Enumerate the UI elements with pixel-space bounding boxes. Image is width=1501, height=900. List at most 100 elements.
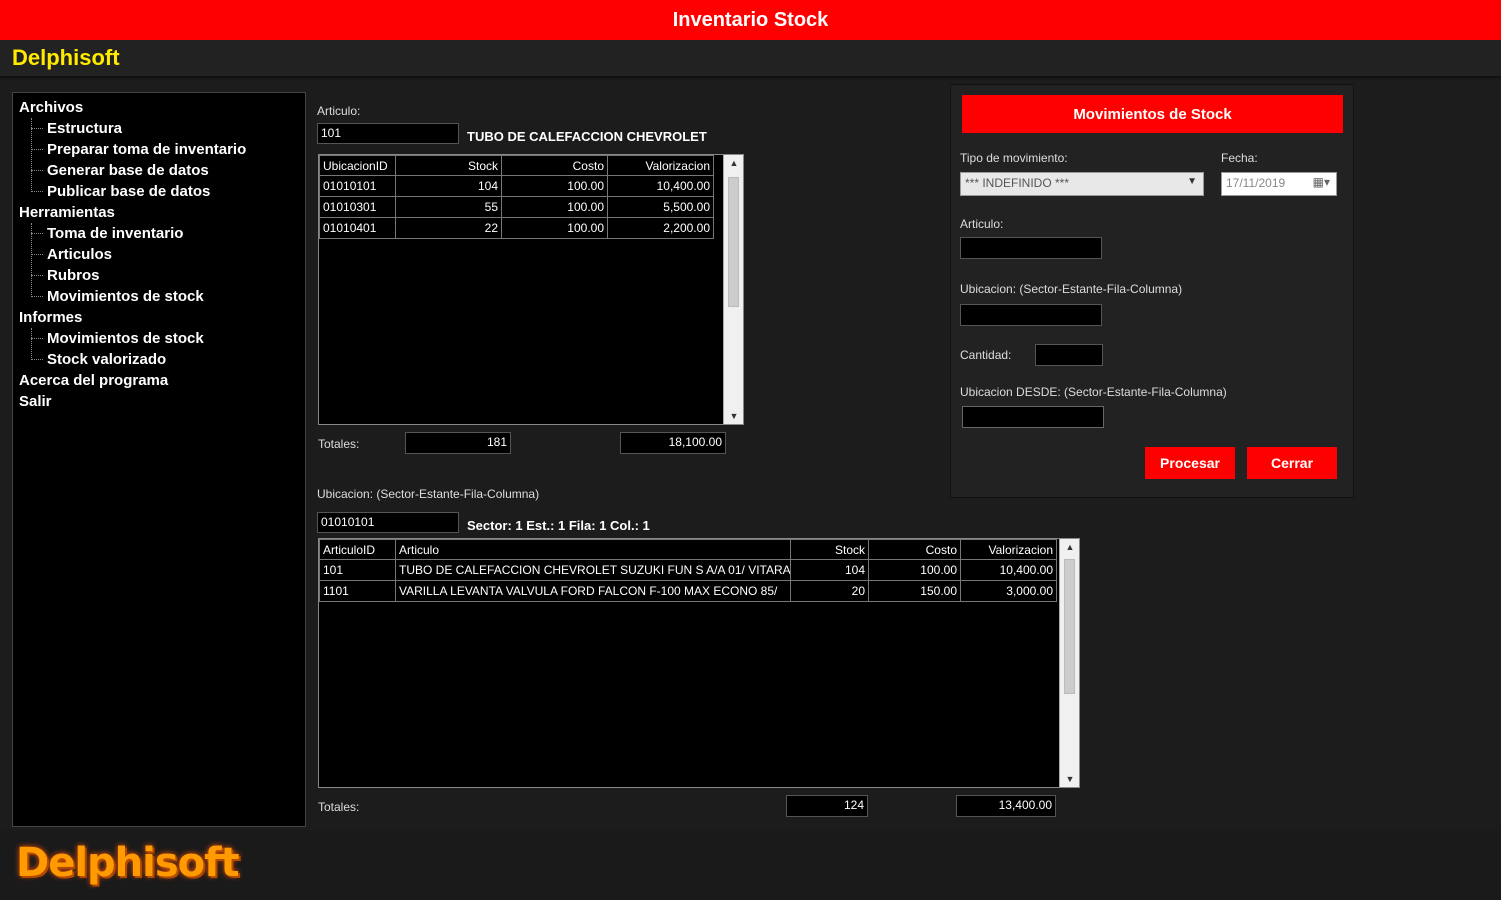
total-stock-field: 181: [405, 432, 511, 454]
ubicacion-field[interactable]: [960, 304, 1102, 326]
table-cell: 3,000.00: [960, 580, 1057, 602]
menu-item-salir[interactable]: Salir: [19, 391, 299, 412]
articulo-stock-grid[interactable]: UbicacionID Stock Costo Valorizacion 010…: [318, 154, 744, 425]
scroll-up-icon[interactable]: ▲: [724, 155, 743, 171]
scroll-up-icon[interactable]: ▲: [1060, 539, 1079, 555]
chevron-down-icon: ▼: [1187, 176, 1197, 187]
table-header-row: ArticuloID Articulo Stock Costo Valoriza…: [319, 539, 1057, 560]
column-header[interactable]: Valorizacion: [960, 539, 1057, 560]
menu-group-archivos: Archivos Estructura Preparar toma de inv…: [19, 97, 299, 202]
articulo-grid-scrollbar[interactable]: ▲ ▼: [723, 155, 743, 424]
table-header-row: UbicacionID Stock Costo Valorizacion: [319, 155, 714, 176]
menu-item-generar-base[interactable]: Generar base de datos: [19, 160, 299, 181]
ubicacion-grid-scrollbar[interactable]: ▲ ▼: [1059, 539, 1079, 787]
window-title: Inventario Stock: [672, 8, 829, 31]
table-cell: 104: [790, 559, 869, 581]
menu-item-articulos[interactable]: Articulos: [19, 244, 299, 265]
table-cell: 20: [790, 580, 869, 602]
cerrar-button[interactable]: Cerrar: [1247, 447, 1337, 479]
table-cell: 01010101: [319, 175, 396, 197]
menu-item-estructura[interactable]: Estructura: [19, 118, 299, 139]
table-cell: 104: [395, 175, 502, 197]
cantidad-label: Cantidad:: [960, 348, 1012, 362]
table-cell: 01010401: [319, 217, 396, 239]
menu-item-preparar-toma[interactable]: Preparar toma de inventario: [19, 139, 299, 160]
table-cell: TUBO DE CALEFACCION CHEVROLET SUZUKI FUN…: [395, 559, 791, 581]
ubicacion-input[interactable]: 01010101: [317, 512, 459, 533]
table-row[interactable]: 01010101 104 100.00 10,400.00: [319, 175, 714, 197]
table-cell: 101: [319, 559, 396, 581]
table-row[interactable]: 1101 VARILLA LEVANTA VALVULA FORD FALCON…: [319, 580, 1057, 602]
table-cell: 100.00: [501, 196, 608, 218]
brand-bar: Delphisoft: [0, 40, 1501, 78]
menu-item-informe-movimientos[interactable]: Movimientos de stock: [19, 328, 299, 349]
table-row[interactable]: 01010301 55 100.00 5,500.00: [319, 196, 714, 218]
column-header[interactable]: UbicacionID: [319, 155, 396, 176]
dialog-header: Movimientos de Stock: [962, 95, 1343, 133]
ubicacion-label: Ubicacion: (Sector-Estante-Fila-Columna): [317, 487, 540, 501]
scroll-thumb[interactable]: [1064, 559, 1075, 694]
table-row[interactable]: 101 TUBO DE CALEFACCION CHEVROLET SUZUKI…: [319, 559, 1057, 581]
table-cell: 100.00: [868, 559, 961, 581]
articulo-label: Articulo:: [960, 217, 1004, 231]
ubicacion-desde-field[interactable]: [962, 406, 1104, 428]
fecha-value: 17/11/2019: [1226, 176, 1286, 190]
totales-label: Totales:: [318, 437, 360, 451]
menu-item-movimientos-stock[interactable]: Movimientos de stock: [19, 286, 299, 307]
procesar-button[interactable]: Procesar: [1145, 447, 1235, 479]
column-header[interactable]: Stock: [790, 539, 869, 560]
articulo-label: Articulo:: [317, 104, 361, 118]
fecha-label: Fecha:: [1221, 151, 1258, 165]
column-header[interactable]: Stock: [395, 155, 502, 176]
scroll-thumb[interactable]: [728, 177, 739, 307]
table-cell: 1101: [319, 580, 396, 602]
menu-group-informes: Informes Movimientos de stock Stock valo…: [19, 307, 299, 370]
table-cell: 55: [395, 196, 502, 218]
ubicacion-stock-grid[interactable]: ArticuloID Articulo Stock Costo Valoriza…: [318, 538, 1080, 788]
scroll-down-icon[interactable]: ▼: [1060, 771, 1079, 787]
table-row[interactable]: 01010401 22 100.00 2,200.00: [319, 217, 714, 239]
menu-item-archivos[interactable]: Archivos: [19, 97, 299, 118]
table-cell: 100.00: [501, 175, 608, 197]
ubicacion-description: Sector: 1 Est.: 1 Fila: 1 Col.: 1: [467, 518, 650, 533]
menu-item-stock-valorizado[interactable]: Stock valorizado: [19, 349, 299, 370]
scroll-down-icon[interactable]: ▼: [724, 408, 743, 424]
articulo-input[interactable]: 101: [317, 123, 459, 144]
menu-item-informes[interactable]: Informes: [19, 307, 299, 328]
menu-item-acerca[interactable]: Acerca del programa: [19, 370, 299, 391]
table-cell: 150.00: [868, 580, 961, 602]
tipo-movimiento-label: Tipo de movimiento:: [960, 151, 1068, 165]
menu-item-rubros[interactable]: Rubros: [19, 265, 299, 286]
totales-label: Totales:: [318, 800, 360, 814]
column-header[interactable]: Valorizacion: [607, 155, 714, 176]
cantidad-field[interactable]: [1035, 344, 1103, 366]
sidebar-menu: Archivos Estructura Preparar toma de inv…: [12, 92, 306, 827]
articulo-field[interactable]: [960, 237, 1102, 259]
fecha-picker[interactable]: 17/11/2019 ▦▾: [1221, 172, 1337, 196]
footer: Delphisoft: [0, 830, 1501, 900]
column-header[interactable]: Costo: [501, 155, 608, 176]
tipo-movimiento-value: *** INDEFINIDO ***: [965, 176, 1070, 190]
total-valor-field: 18,100.00: [620, 432, 726, 454]
table-cell: 2,200.00: [607, 217, 714, 239]
menu-group-herramientas: Herramientas Toma de inventario Articulo…: [19, 202, 299, 307]
articulo-panel: Articulo: 101 TUBO DE CALEFACCION CHEVRO…: [308, 92, 968, 462]
footer-logo: Delphisoft: [16, 840, 240, 886]
table-cell: 01010301: [319, 196, 396, 218]
column-header[interactable]: Costo: [868, 539, 961, 560]
tipo-movimiento-select[interactable]: *** INDEFINIDO *** ▼: [960, 172, 1204, 196]
menu-item-herramientas[interactable]: Herramientas: [19, 202, 299, 223]
column-header[interactable]: Articulo: [395, 539, 791, 560]
menu-item-toma-inventario[interactable]: Toma de inventario: [19, 223, 299, 244]
menu-item-publicar-base[interactable]: Publicar base de datos: [19, 181, 299, 202]
articulo-description: TUBO DE CALEFACCION CHEVROLET: [467, 129, 707, 144]
table-cell: 5,500.00: [607, 196, 714, 218]
movimientos-dialog: Movimientos de Stock Tipo de movimiento:…: [950, 84, 1354, 498]
total-valor-field: 13,400.00: [956, 795, 1056, 817]
column-header[interactable]: ArticuloID: [319, 539, 396, 560]
total-stock-field: 124: [786, 795, 868, 817]
brand-name: Delphisoft: [12, 45, 120, 70]
table-cell: 10,400.00: [607, 175, 714, 197]
calendar-icon[interactable]: ▦▾: [1313, 175, 1330, 189]
window-titlebar: Inventario Stock: [0, 0, 1501, 40]
